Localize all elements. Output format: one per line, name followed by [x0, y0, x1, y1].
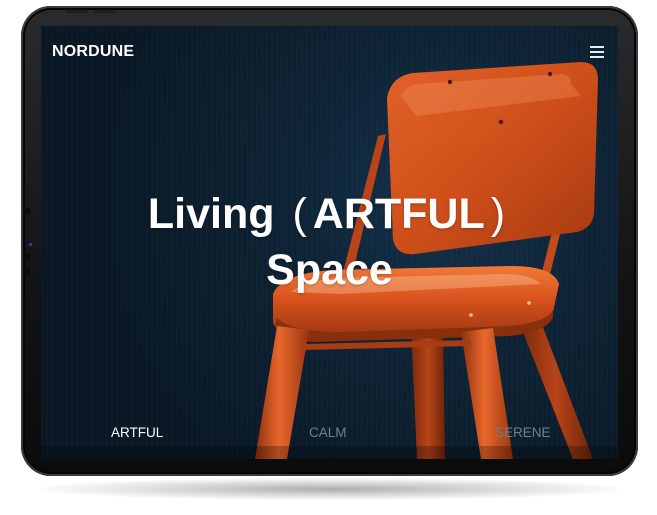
paren-open: ( — [292, 190, 307, 238]
device-shadow — [40, 478, 620, 500]
hero-headline: Living (ARTFUL) Space — [41, 186, 618, 298]
hero-line-2: Space — [266, 246, 393, 294]
hero-line-1: Living (ARTFUL) — [41, 186, 618, 242]
brand-logo[interactable]: NORDUNE — [52, 43, 134, 61]
tab-calm[interactable]: CALM — [309, 425, 347, 440]
tab-serene[interactable]: SERENE — [495, 425, 551, 440]
tablet-screen: NORDUNE Living (ARTFUL) Space ARTFUL CAL… — [41, 26, 618, 459]
side-button — [23, 253, 31, 260]
hamburger-menu-icon[interactable] — [590, 46, 604, 58]
paren-close: ) — [490, 190, 506, 238]
camera-sensor — [29, 243, 32, 246]
volume-button — [94, 10, 116, 13]
hero-word: Living — [147, 190, 275, 238]
volume-button — [66, 10, 88, 13]
side-button — [23, 268, 31, 275]
category-tabs: ARTFUL CALM SERENE — [41, 425, 618, 445]
hero-highlight-word: ARTFUL — [312, 190, 485, 238]
tab-artful[interactable]: ARTFUL — [111, 425, 163, 440]
side-button — [23, 208, 31, 215]
